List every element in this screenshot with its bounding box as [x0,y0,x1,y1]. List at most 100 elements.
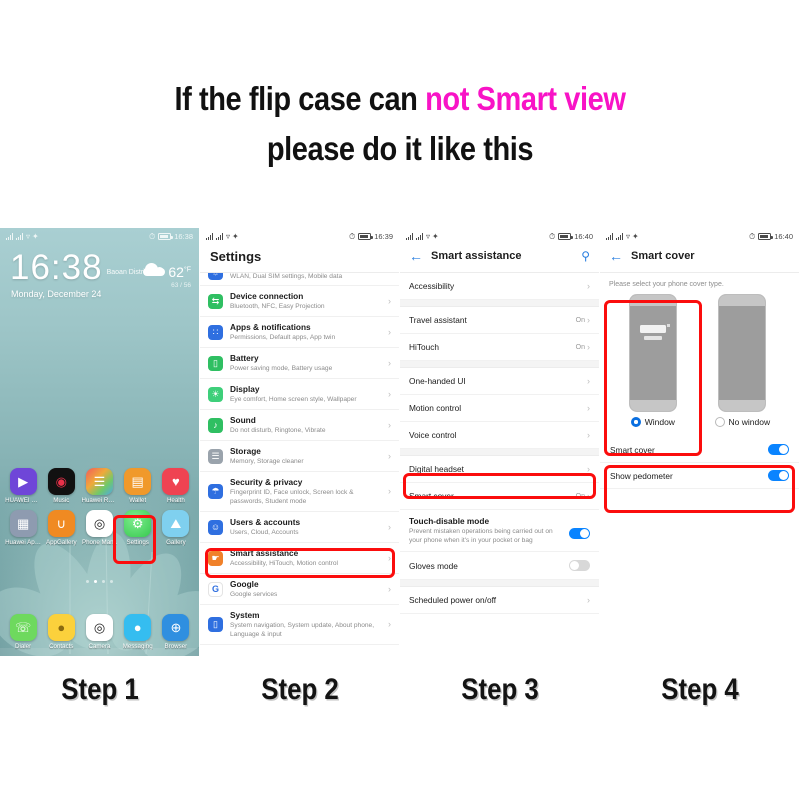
home-clock-widget[interactable]: 16:38 Baoan District Monday, December 24… [0,245,199,300]
smart-cover-toggle[interactable] [768,444,789,455]
nav-header: ← Smart assistance ⚲ [400,245,599,272]
dock-contacts[interactable]: ● Contacts [42,614,80,650]
app-label: Music [53,497,70,504]
wallet-icon: ▤ [124,468,152,495]
app-wallet[interactable]: ▤ Wallet [119,468,157,504]
chevron-right-icon: › [388,552,391,563]
dock-messaging[interactable]: ● Messaging [119,614,157,650]
row-title: Security & privacy [230,477,303,487]
app-appgallery[interactable]: ∪ AppGallery [42,510,80,546]
cloud-icon [143,263,166,276]
display-icon: ☀ [208,386,223,402]
search-icon[interactable]: ⚲ [581,249,590,263]
chevron-right-icon: › [388,583,391,594]
sidebar-item-battery[interactable]: ▯ Battery Power saving mode, Battery usa… [200,348,399,379]
chevron-right-icon: › [587,314,590,325]
sound-icon: ♪ [208,417,223,433]
app-gallery[interactable]: ⛰ Gallery [157,510,195,546]
cover-option-no-window[interactable]: No window [714,294,771,427]
app-huawei-apps[interactable]: ▦ Huawei Apps [4,510,42,546]
sidebar-item-sound[interactable]: ♪ Sound Do not disturb, Ringtone, Vibrat… [200,410,399,441]
sidebar-item-display[interactable]: ☀ Display Eye comfort, Home screen style… [200,379,399,410]
signal-bars-icon [606,233,614,240]
app-phone-manager[interactable]: ◎ Phone Man.. [80,510,118,546]
sidebar-item-device-connection[interactable]: ⇆ Device connection Bluetooth, NFC, Easy… [200,286,399,317]
apps-notifications-icon: ∷ [208,324,223,340]
headline-line1-plain: If the flip case can [174,80,426,117]
row-subtitle: Users, Cloud, Accounts [230,529,299,536]
chevron-right-icon: › [587,463,590,474]
app-huawei-video[interactable]: ▶ HUAWEI Vid.. [4,468,42,504]
row-title: Google [230,579,259,589]
signal-bars-icon [406,233,414,240]
list-item-digital-headset[interactable]: Digital headset › [400,456,599,483]
system-icon: ▯ [208,617,223,632]
phone-no-window-illustration [718,294,767,412]
huawei-apps-icon: ▦ [9,510,37,537]
sidebar-item-google[interactable]: G Google Google services › [200,574,399,605]
show-pedometer-toggle[interactable] [768,470,789,481]
home-page-indicator [0,580,199,583]
radio-label: No window [728,417,771,427]
row-label: Digital headset [409,464,464,474]
step-caption-3: Step 3 [400,660,600,720]
dock-browser[interactable]: ⊕ Browser [157,614,195,650]
back-arrow-icon[interactable]: ← [609,249,623,263]
sidebar-item-apps-notifications[interactable]: ∷ Apps & notifications Permissions, Defa… [200,317,399,348]
sidebar-item-smart-assistance[interactable]: ☛ Smart assistance Accessibility, HiTouc… [200,543,399,574]
sidebar-item-users-accounts[interactable]: ☺ Users & accounts Users, Cloud, Account… [200,512,399,543]
home-clock: 16:38 [10,248,103,287]
touch-disable-toggle[interactable] [569,528,590,539]
headline-line2: please do it like this [266,130,534,167]
row-subtitle: Memory, Storage cleaner [230,458,304,465]
battery-icon [558,233,573,240]
table-row-partial[interactable]: ☼ WLAN, Dual SIM settings, Mobile data [200,273,399,286]
smart-assistance-screen: ▿ ✦ ⏱ 16:40 ← Smart assistance ⚲ Accessi… [400,228,599,656]
step-label: Step 3 [461,673,539,706]
sidebar-item-storage[interactable]: ☰ Storage Memory, Storage cleaner › [200,441,399,472]
app-label: HUAWEI Vid.. [5,497,42,504]
chevron-right-icon: › [388,619,391,629]
toggle-row-smart-cover[interactable]: Smart cover [600,437,799,463]
status-bar: ▿ ✦ ⏱ 16:40 [400,228,599,245]
list-item-travel-assistant[interactable]: Travel assistant On › [400,307,599,334]
dock-camera[interactable]: ◎ Camera [80,614,118,650]
gloves-mode-toggle[interactable] [569,560,590,571]
row-value: On [575,492,585,500]
sidebar-item-security-privacy[interactable]: ☂ Security & privacy Fingerprint ID, Fac… [200,472,399,512]
list-item-one-handed-ui[interactable]: One-handed UI › [400,368,599,395]
back-arrow-icon[interactable]: ← [409,249,423,263]
list-item-smart-cover[interactable]: Smart cover On › [400,483,599,510]
list-item-scheduled-power[interactable]: Scheduled power on/off › [400,587,599,614]
alarm-icon: ⏱ [548,231,556,241]
list-item-gloves-mode[interactable]: Gloves mode [400,552,599,580]
list-item-voice-control[interactable]: Voice control › [400,422,599,449]
sidebar-item-system[interactable]: ▯ System System navigation, System updat… [200,605,399,645]
battery-icon [758,233,773,240]
wifi-icon: ▿ [226,231,231,241]
radio-no-window[interactable]: No window [714,417,771,427]
radio-window[interactable]: Window [630,417,675,427]
weather-widget[interactable]: 62°F 63 / 56 [143,263,191,289]
cover-option-window[interactable]: Window [628,294,677,427]
app-huawei-reader[interactable]: ☰ Huawei Read.. [80,468,118,504]
app-music[interactable]: ◉ Music [42,468,80,504]
list-item-touch-disable-mode[interactable]: Touch-disable mode Prevent mistaken oper… [400,510,599,552]
app-label: Wallet [129,497,147,504]
app-health[interactable]: ♥ Health [157,468,195,504]
app-settings[interactable]: ⚙ Settings [119,510,157,546]
row-subtitle: Permissions, Default apps, App twin [230,334,336,341]
signal-bars-icon [206,233,214,240]
row-subtitle: Google services [230,591,278,598]
chevron-right-icon: › [587,402,590,413]
dock-dialer[interactable]: ☏ Dialer [4,614,42,650]
row-subtitle: Bluetooth, NFC, Easy Projection [230,303,325,310]
list-item-motion-control[interactable]: Motion control › [400,395,599,422]
toggle-row-show-pedometer[interactable]: Show pedometer [600,463,799,489]
list-item-hitouch[interactable]: HiTouch On › [400,334,599,361]
chevron-right-icon: › [587,341,590,352]
toggle-label: Smart cover [610,444,655,455]
window-cutout [639,325,666,333]
list-item-accessibility[interactable]: Accessibility › [400,273,599,300]
weather-range: 63 / 56 [171,281,191,289]
